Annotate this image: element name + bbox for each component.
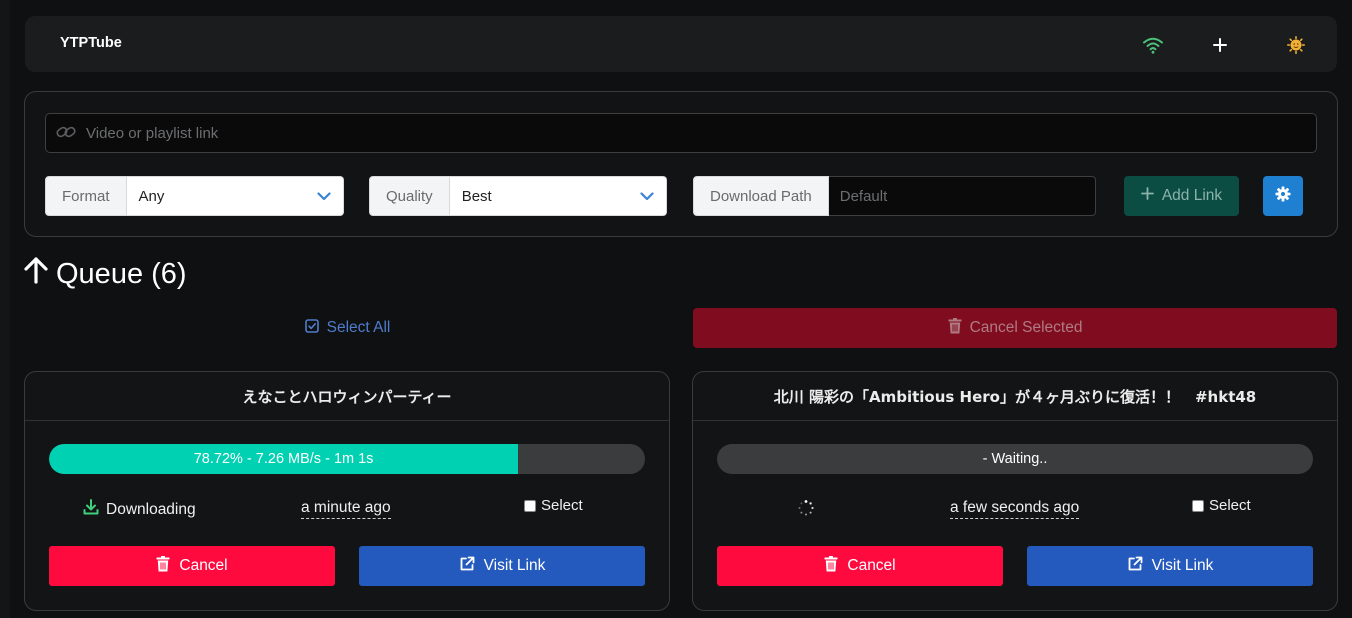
chevron-down-icon bbox=[316, 188, 331, 205]
time-ago-text: a few seconds ago bbox=[950, 499, 1080, 519]
quality-select[interactable]: Best bbox=[449, 176, 667, 216]
quality-field: Quality Best bbox=[369, 176, 667, 216]
download-path-input-wrap[interactable] bbox=[828, 176, 1096, 216]
visit-link-button[interactable]: Visit Link bbox=[359, 546, 645, 586]
gear-icon bbox=[1275, 186, 1291, 206]
brand-title[interactable]: YTPTube bbox=[60, 35, 122, 51]
download-path-label: Download Path bbox=[693, 176, 829, 216]
queue-heading[interactable]: Queue (6) bbox=[24, 255, 187, 293]
queue-item-card: えなことハロウィンパーティー 78.72% - 7.26 MB/s - 1m 1… bbox=[24, 371, 670, 611]
left-edge-strip bbox=[0, 0, 10, 618]
add-link-button[interactable]: Add Link bbox=[1124, 176, 1239, 216]
link-icon bbox=[56, 124, 76, 143]
app-root: YTPTube Video or playlist link Format An… bbox=[0, 0, 1352, 618]
time-ago[interactable]: a minute ago bbox=[301, 499, 391, 519]
format-value: Any bbox=[138, 187, 165, 205]
select-checkbox[interactable]: Select bbox=[524, 497, 583, 514]
external-link-icon bbox=[1127, 556, 1143, 577]
cancel-button[interactable]: Cancel bbox=[717, 546, 1003, 586]
add-link-label: Add Link bbox=[1161, 187, 1223, 204]
cancel-selected-button[interactable]: Cancel Selected bbox=[693, 308, 1337, 348]
time-ago[interactable]: a few seconds ago bbox=[950, 499, 1080, 519]
download-path-field: Download Path bbox=[693, 176, 1096, 216]
spinner-icon bbox=[797, 499, 815, 522]
cancel-label: Cancel bbox=[179, 557, 228, 574]
chevron-down-icon bbox=[640, 188, 654, 205]
progress-bar: 78.72% - 7.26 MB/s - 1m 1s bbox=[49, 444, 645, 474]
check-square-icon bbox=[304, 318, 319, 338]
cancel-selected-label: Cancel Selected bbox=[969, 319, 1083, 336]
format-select[interactable]: Any bbox=[126, 176, 344, 216]
quality-value: Best bbox=[461, 187, 492, 205]
arrow-up-icon bbox=[24, 256, 48, 292]
status-row: Downloading a minute ago Select bbox=[25, 497, 669, 523]
plus-icon[interactable] bbox=[1209, 34, 1231, 56]
quality-label: Quality bbox=[369, 176, 450, 216]
select-all-button[interactable]: Select All bbox=[24, 308, 671, 348]
status-row: a few seconds ago Select bbox=[693, 497, 1337, 523]
queue-item-card: 北川 陽彩の「Ambitious Hero」が４ヶ月ぶりに復活！！ #hkt48… bbox=[692, 371, 1338, 611]
navbar: YTPTube bbox=[25, 16, 1337, 72]
progress-text: 78.72% - 7.26 MB/s - 1m 1s bbox=[193, 451, 374, 467]
download-icon bbox=[83, 499, 99, 520]
progress-bar: - Waiting.. bbox=[717, 444, 1313, 474]
select-all-label: Select All bbox=[326, 319, 391, 336]
progress-text: - Waiting.. bbox=[982, 451, 1048, 467]
time-ago-text: a minute ago bbox=[301, 499, 391, 519]
settings-button[interactable] bbox=[1263, 176, 1303, 216]
visit-link-label: Visit Link bbox=[483, 557, 546, 574]
url-input[interactable] bbox=[86, 124, 1316, 142]
format-field: Format Any bbox=[45, 176, 344, 216]
queue-title: Queue (6) bbox=[56, 257, 187, 290]
checkbox-box[interactable] bbox=[1192, 499, 1204, 512]
select-label: Select bbox=[1209, 497, 1251, 514]
add-download-form: Format Any Quality Best Download Path bbox=[24, 91, 1338, 237]
trash-icon bbox=[824, 555, 838, 577]
status bbox=[797, 499, 822, 522]
select-checkbox[interactable]: Select bbox=[1192, 497, 1251, 514]
theme-icon[interactable] bbox=[1285, 34, 1307, 56]
status-text: Downloading bbox=[106, 500, 196, 518]
visit-link-button[interactable]: Visit Link bbox=[1027, 546, 1313, 586]
select-label: Select bbox=[541, 497, 583, 514]
status: Downloading bbox=[83, 499, 196, 520]
trash-icon bbox=[156, 555, 170, 577]
format-label: Format bbox=[45, 176, 127, 216]
cancel-button[interactable]: Cancel bbox=[49, 546, 335, 586]
queue-item-title[interactable]: えなことハロウィンパーティー bbox=[25, 372, 669, 421]
checkbox-box[interactable] bbox=[524, 499, 536, 512]
plus-icon bbox=[1140, 187, 1154, 205]
visit-link-label: Visit Link bbox=[1151, 557, 1214, 574]
external-link-icon bbox=[459, 556, 475, 577]
cancel-label: Cancel bbox=[847, 557, 896, 574]
trash-icon bbox=[948, 317, 962, 339]
wifi-icon[interactable] bbox=[1142, 34, 1164, 56]
download-path-input[interactable] bbox=[839, 187, 1080, 205]
queue-item-title[interactable]: 北川 陽彩の「Ambitious Hero」が４ヶ月ぶりに復活！！ #hkt48 bbox=[693, 372, 1337, 421]
url-field[interactable] bbox=[45, 113, 1317, 153]
